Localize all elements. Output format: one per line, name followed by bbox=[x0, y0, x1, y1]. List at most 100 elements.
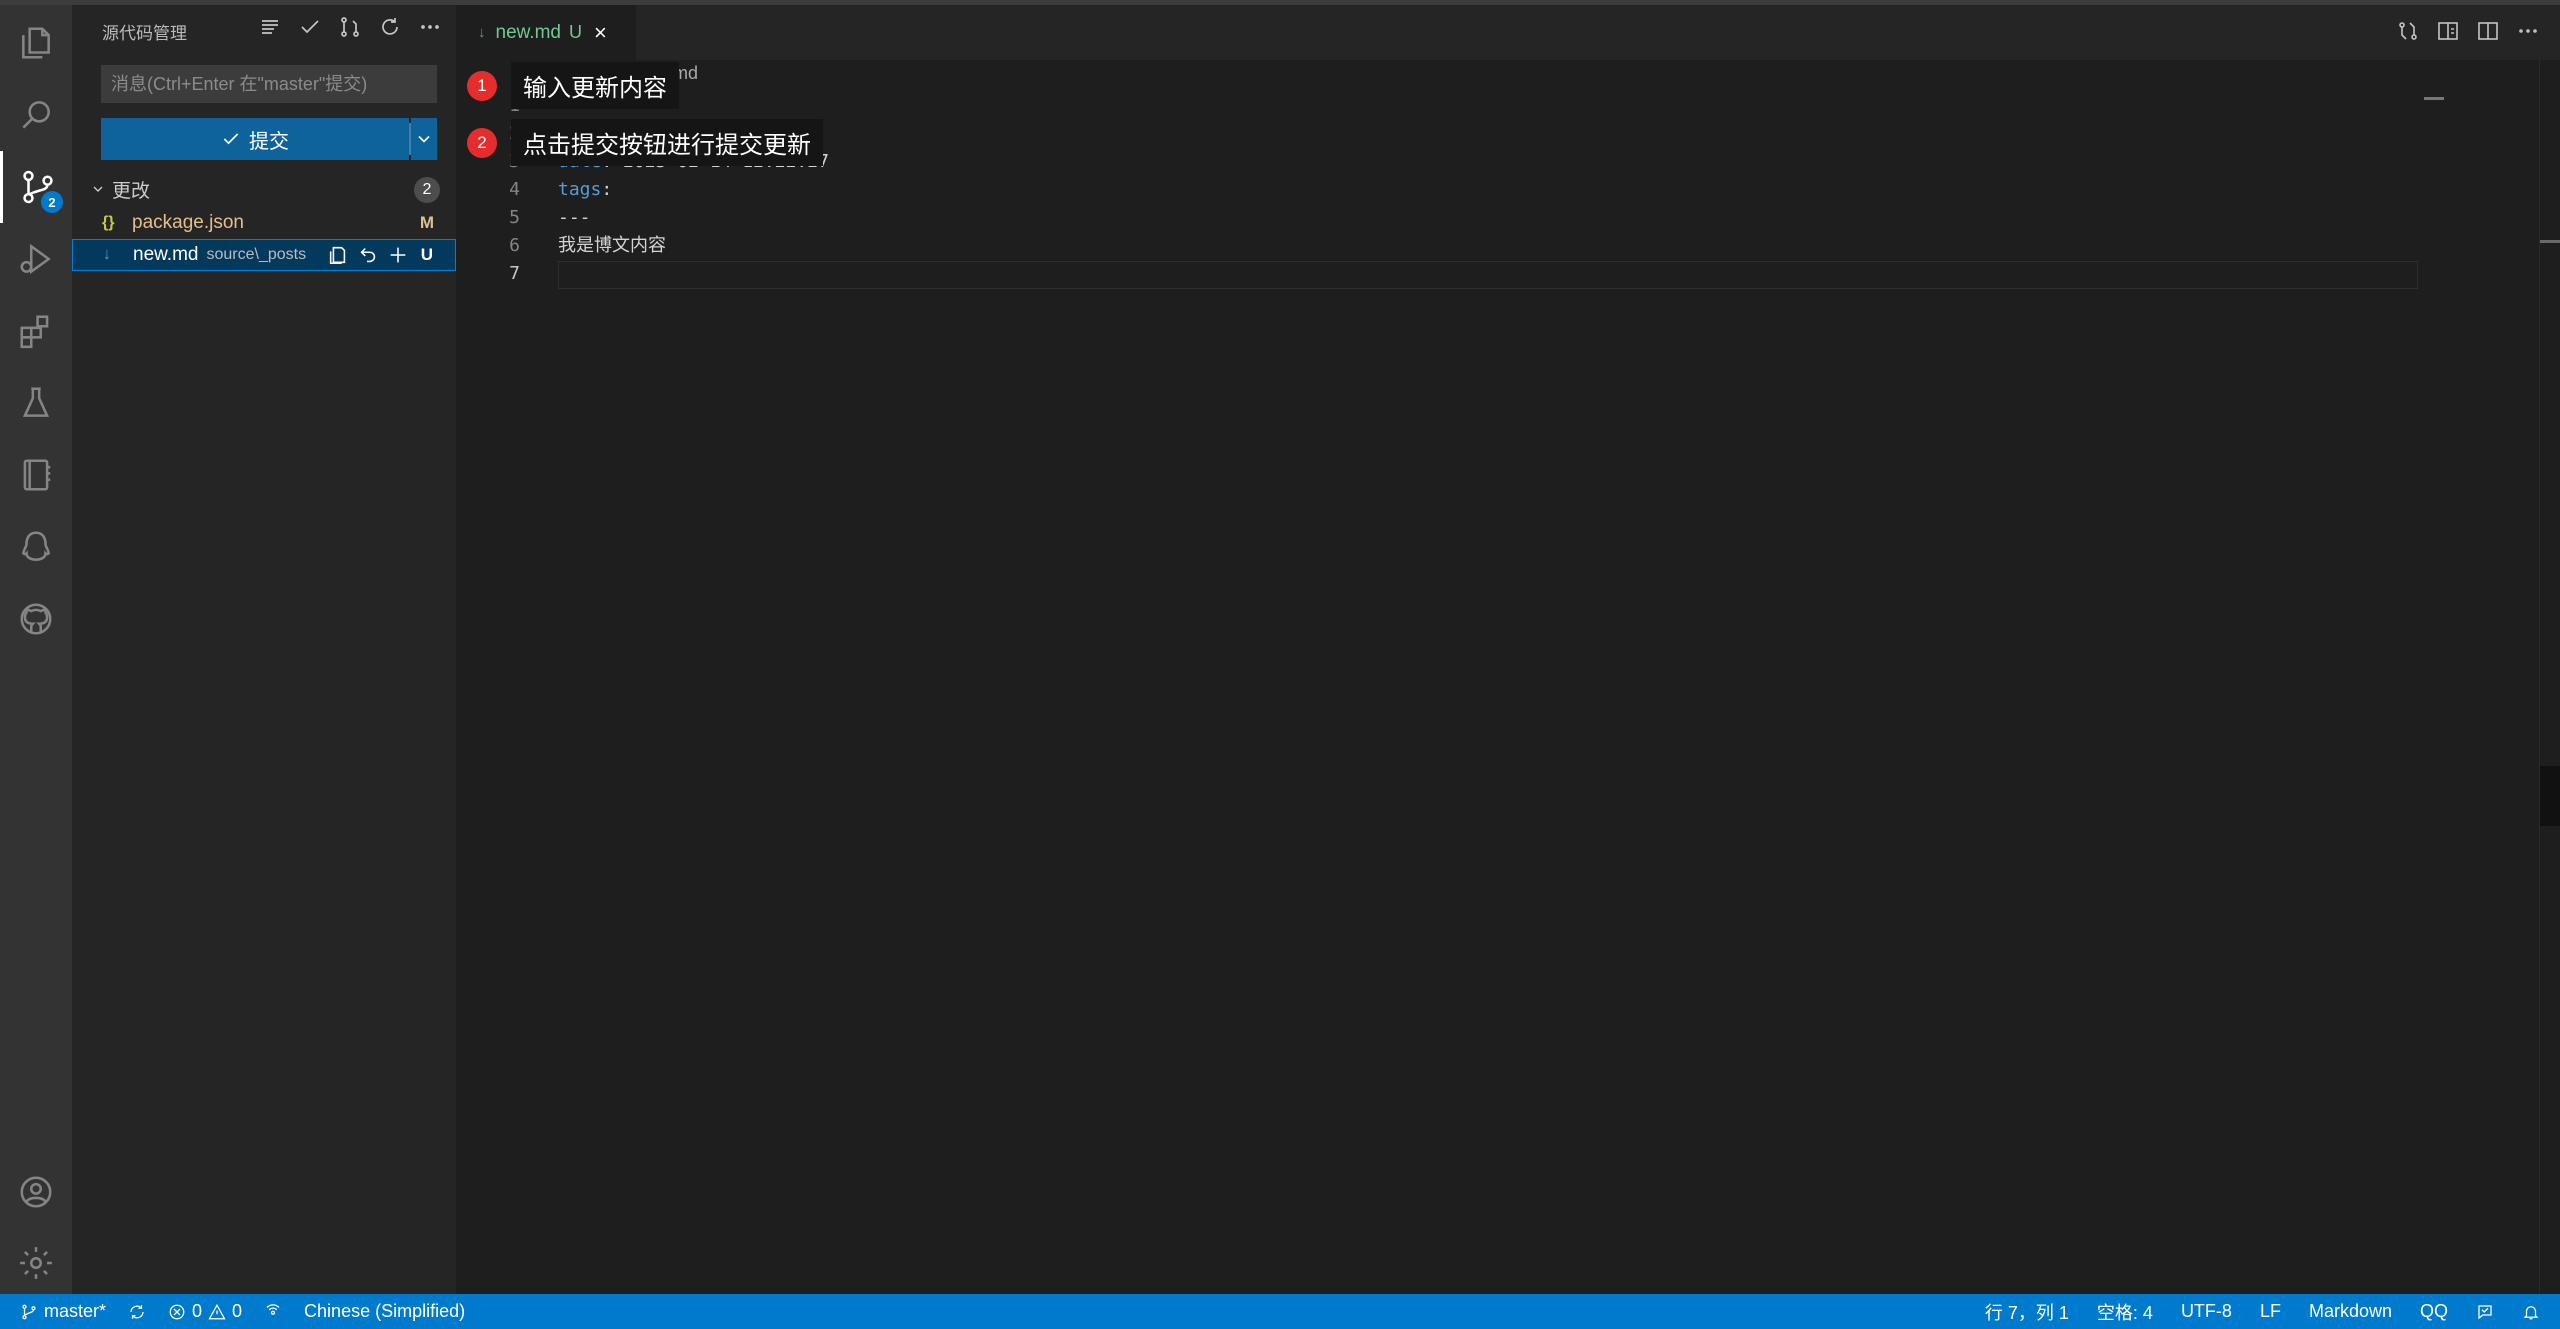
open-file-icon[interactable] bbox=[327, 244, 349, 266]
line-number: 4 bbox=[509, 179, 520, 200]
markdown-file-icon: ↓ bbox=[478, 24, 486, 41]
warning-count: 0 bbox=[232, 1301, 243, 1321]
account-button[interactable] bbox=[0, 1156, 72, 1228]
check-icon bbox=[223, 133, 239, 145]
encoding[interactable]: UTF-8 bbox=[2181, 1301, 2232, 1322]
editor-tab-bar: ↓ new.md U × bbox=[456, 5, 2560, 60]
stage-changes-icon[interactable] bbox=[387, 244, 409, 266]
commit-check-icon[interactable] bbox=[298, 15, 322, 39]
run-debug-button[interactable] bbox=[0, 223, 72, 295]
more-actions-icon[interactable] bbox=[2516, 19, 2540, 43]
github-icon bbox=[20, 603, 52, 635]
broadcast-icon bbox=[266, 1303, 280, 1315]
open-preview-icon[interactable] bbox=[2436, 19, 2460, 43]
refresh-icon[interactable] bbox=[378, 15, 402, 39]
feedback-button[interactable] bbox=[2476, 1303, 2494, 1321]
notebook-icon bbox=[23, 459, 51, 491]
sync-icon bbox=[130, 1304, 144, 1319]
language-mode[interactable]: Markdown bbox=[2309, 1301, 2392, 1322]
bell-icon bbox=[2523, 1305, 2539, 1319]
tab-label: new.md bbox=[495, 21, 561, 43]
activity-bar: 2 bbox=[0, 5, 72, 1294]
source-control-button[interactable]: 2 bbox=[0, 151, 72, 223]
file-status-untracked: U bbox=[420, 245, 433, 264]
editor-area[interactable]: new.md 1 --- 2 3 date: 2023-02-14 12:22:… bbox=[456, 60, 2560, 1294]
language-pack-indicator[interactable]: Chinese (Simplified) bbox=[304, 1301, 465, 1322]
git-branch-icon bbox=[22, 1304, 36, 1319]
pull-request-icon[interactable] bbox=[338, 15, 362, 39]
minimap[interactable]: ▬▬ bbox=[2424, 92, 2444, 103]
end-of-line[interactable]: LF bbox=[2260, 1301, 2281, 1322]
source-control-panel: 源代码管理 提交 更改 2 {} package.json M ↓ new.md… bbox=[72, 5, 456, 1294]
search-button[interactable] bbox=[0, 79, 72, 151]
chevron-down-icon bbox=[93, 186, 103, 192]
changes-label: 更改 bbox=[112, 180, 151, 202]
annotation-step-1: 1 输入更新内容 bbox=[467, 62, 679, 109]
annotation-text: 输入更新内容 bbox=[511, 62, 679, 109]
commit-dropdown-button[interactable] bbox=[411, 118, 437, 160]
annotation-number: 1 bbox=[467, 70, 497, 101]
cursor-position[interactable]: 行 7，列 1 bbox=[1985, 1299, 2069, 1325]
editor-scrollbar[interactable] bbox=[2539, 60, 2560, 1294]
commit-button-label: 提交 bbox=[249, 130, 289, 153]
indentation[interactable]: 空格: 4 bbox=[2097, 1299, 2153, 1325]
close-icon[interactable]: × bbox=[594, 20, 607, 46]
qq-status[interactable]: QQ bbox=[2420, 1301, 2448, 1322]
live-share-indicator[interactable] bbox=[264, 1303, 282, 1321]
settings-gear-icon bbox=[20, 1247, 52, 1279]
more-actions-icon[interactable] bbox=[418, 15, 442, 39]
file-directory: source\_posts bbox=[206, 246, 307, 263]
problems-indicator[interactable]: 0 0 bbox=[168, 1301, 242, 1322]
branch-name: master* bbox=[44, 1301, 107, 1321]
split-editor-icon[interactable] bbox=[2476, 19, 2500, 43]
line-number: 7 bbox=[509, 263, 520, 284]
code-line: 5 --- bbox=[456, 204, 2456, 232]
branch-indicator[interactable]: master* bbox=[20, 1301, 106, 1322]
run-debug-icon bbox=[20, 243, 51, 275]
scrollbar-thumb[interactable] bbox=[2540, 766, 2560, 826]
status-bar-left: master* 0 0 Chinese (Simplified) bbox=[20, 1294, 465, 1329]
commit-message-input[interactable] bbox=[101, 65, 437, 103]
notebook-button[interactable] bbox=[0, 439, 72, 511]
search-icon bbox=[22, 101, 50, 129]
discard-changes-icon[interactable] bbox=[357, 244, 379, 266]
qq-button[interactable] bbox=[0, 511, 72, 583]
tab-status: U bbox=[568, 22, 582, 42]
open-changes-icon[interactable] bbox=[2396, 19, 2420, 43]
annotation-number: 2 bbox=[467, 127, 497, 158]
code-line: 4 tags: bbox=[456, 176, 2456, 204]
tab-new-md[interactable]: ↓ new.md U × bbox=[456, 5, 636, 60]
yaml-key: tags bbox=[558, 179, 602, 200]
file-status-modified: M bbox=[419, 213, 434, 232]
explorer-icon bbox=[22, 27, 50, 59]
file-name: new.md bbox=[133, 244, 199, 265]
changes-section-header[interactable]: 更改 2 bbox=[90, 173, 450, 205]
testing-button[interactable] bbox=[0, 367, 72, 439]
yaml-value: : bbox=[601, 179, 613, 200]
changed-file-row-selected[interactable]: ↓ new.md source\_posts U bbox=[72, 239, 456, 271]
github-button[interactable] bbox=[0, 583, 72, 655]
line-text: --- bbox=[558, 207, 591, 228]
editor-actions bbox=[2396, 19, 2540, 43]
scm-badge: 2 bbox=[41, 191, 63, 213]
changed-file-row[interactable]: {} package.json M bbox=[72, 207, 456, 239]
code-line: 6 我是博文内容 bbox=[456, 232, 2456, 260]
changes-count-badge: 2 bbox=[414, 177, 440, 203]
markdown-file-icon: ↓ bbox=[103, 246, 111, 263]
code-line: 1 --- bbox=[456, 92, 2456, 120]
json-file-icon: {} bbox=[102, 214, 115, 231]
notifications-button[interactable] bbox=[2522, 1303, 2540, 1321]
manage-button[interactable] bbox=[0, 1227, 72, 1299]
account-icon bbox=[20, 1176, 52, 1208]
sync-button[interactable] bbox=[128, 1303, 146, 1321]
line-number: 5 bbox=[509, 207, 520, 228]
extensions-button[interactable] bbox=[0, 295, 72, 367]
file-row-actions bbox=[327, 244, 409, 266]
language-pack-label: Chinese (Simplified) bbox=[304, 1301, 466, 1321]
line-number: 6 bbox=[509, 235, 520, 256]
explorer-button[interactable] bbox=[0, 7, 72, 79]
panel-actions bbox=[258, 15, 442, 39]
file-name: package.json bbox=[132, 212, 244, 233]
commit-button[interactable]: 提交 bbox=[101, 118, 409, 160]
view-as-list-icon[interactable] bbox=[258, 15, 282, 39]
